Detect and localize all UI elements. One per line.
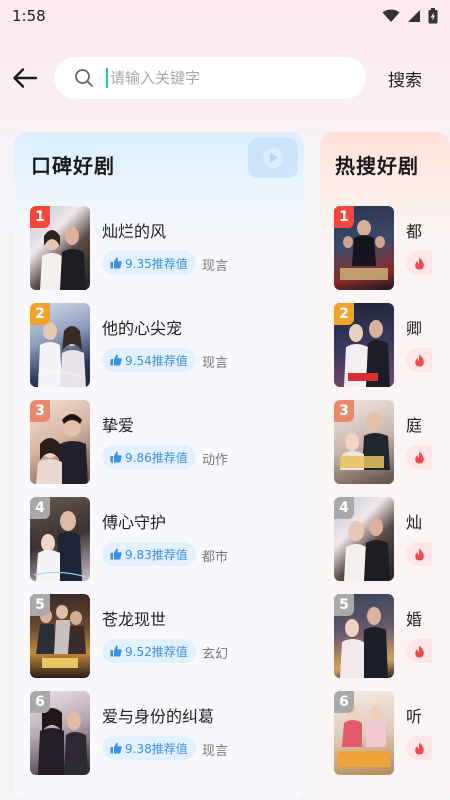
thumbs-up-icon — [110, 354, 122, 366]
score-value: 9.54推荐值 — [125, 353, 188, 368]
wifi-icon — [382, 9, 400, 22]
drama-title: 傅心守护 — [102, 513, 167, 532]
panel-title: 口碑好剧 — [31, 154, 115, 178]
rank-badge: 3 — [334, 400, 354, 422]
thumbs-up-icon — [110, 257, 122, 269]
list-item[interactable]: 1 都 — [334, 206, 450, 292]
drama-title: 苍龙现世 — [102, 610, 167, 629]
thumbs-up-icon — [110, 742, 122, 754]
list-item[interactable]: 2 卿 — [334, 303, 450, 389]
score-badge: 9.35推荐值 — [102, 251, 196, 275]
score-value: 9.86推荐值 — [125, 450, 188, 465]
thumbs-up-icon — [110, 548, 122, 560]
list-item[interactable]: 2 他的心尖宠 9.54推荐值 现言 — [30, 303, 300, 389]
list-item[interactable]: 5 婚 — [334, 594, 450, 680]
genre-tag: 现言 — [202, 356, 229, 371]
genre-tag: 玄幻 — [202, 647, 229, 662]
panel-title: 热搜好剧 — [335, 154, 419, 178]
list-item[interactable]: 3 挚爱 9.86推荐值 动作 — [30, 400, 300, 486]
back-button[interactable] — [10, 64, 40, 92]
genre-tag: 现言 — [202, 259, 229, 274]
score-value: 9.83推荐值 — [125, 547, 188, 562]
hot-badge — [406, 736, 432, 760]
score-value: 9.52推荐值 — [125, 644, 188, 659]
fire-icon — [414, 742, 424, 754]
list-item[interactable]: 6 听 — [334, 691, 450, 777]
drama-title: 灿 — [406, 513, 423, 532]
score-badge: 9.38推荐值 — [102, 736, 196, 760]
list-item[interactable]: 4 傅心守护 9.83推荐值 都市 — [30, 497, 300, 583]
drama-title: 婚 — [406, 610, 423, 629]
drama-title: 卿 — [406, 319, 423, 338]
score-value: 9.38推荐值 — [125, 741, 188, 756]
score-badge: 9.52推荐值 — [102, 639, 196, 663]
list-item[interactable]: 6 爱与身份的纠葛 9.38推荐值 现言 — [30, 691, 300, 777]
rank-badge: 3 — [30, 400, 50, 422]
top-bar: 搜索 — [0, 56, 450, 100]
drama-title: 灿烂的风 — [102, 222, 167, 241]
rank-badge: 2 — [30, 303, 50, 325]
fire-icon — [414, 645, 424, 657]
rank-badge: 2 — [334, 303, 354, 325]
search-input[interactable] — [106, 68, 336, 88]
search-box[interactable] — [54, 57, 366, 99]
hot-badge — [406, 639, 432, 663]
rank-badge: 5 — [334, 594, 354, 616]
drama-title: 挚爱 — [102, 416, 135, 435]
rank-badge: 1 — [30, 206, 50, 228]
status-bar: 1:58 — [0, 0, 450, 32]
fire-icon — [414, 451, 424, 463]
thumbs-up-icon — [110, 645, 122, 657]
battery-icon — [428, 8, 438, 24]
score-badge: 9.83推荐值 — [102, 542, 196, 566]
drama-title: 庭 — [406, 416, 423, 435]
ranking-panel-hot-search: 热搜好剧 1 都 2 卿 3 庭 4 灿 5 婚 6 听 — [320, 132, 450, 800]
list-item[interactable]: 3 庭 — [334, 400, 450, 486]
status-time: 1:58 — [12, 7, 46, 25]
genre-tag: 都市 — [202, 550, 229, 565]
rank-badge: 6 — [30, 691, 50, 713]
drama-title: 他的心尖宠 — [102, 319, 183, 338]
hot-badge — [406, 251, 432, 275]
score-value: 9.35推荐值 — [125, 256, 188, 271]
search-icon — [75, 69, 93, 87]
thumbs-up-icon — [110, 451, 122, 463]
list-item[interactable]: 4 灿 — [334, 497, 450, 583]
rank-badge: 4 — [334, 497, 354, 519]
score-badge: 9.86推荐值 — [102, 445, 196, 469]
list-item[interactable]: 5 苍龙现世 9.52推荐值 玄幻 — [30, 594, 300, 680]
search-button[interactable]: 搜索 — [388, 66, 422, 91]
hot-badge — [406, 348, 432, 372]
drama-title: 听 — [406, 707, 423, 726]
score-badge: 9.54推荐值 — [102, 348, 196, 372]
signal-icon — [408, 10, 420, 22]
rank-badge: 4 — [30, 497, 50, 519]
ranking-panel-reputation: 口碑好剧 1 灿烂的风 9.35推荐值 现言 2 他的心尖宠 9.54推荐值 现… — [14, 132, 304, 800]
drama-title: 爱与身份的纠葛 — [102, 707, 215, 726]
video-play-icon — [248, 138, 298, 178]
fire-icon — [414, 354, 424, 366]
drama-title: 都 — [406, 222, 423, 241]
fire-icon — [414, 257, 424, 269]
list-item[interactable]: 1 灿烂的风 9.35推荐值 现言 — [30, 206, 300, 292]
genre-tag: 现言 — [202, 744, 229, 759]
back-arrow-icon — [13, 68, 38, 88]
hot-badge — [406, 542, 432, 566]
fire-icon — [414, 548, 424, 560]
rank-badge: 1 — [334, 206, 354, 228]
hot-badge — [406, 445, 432, 469]
rank-badge: 5 — [30, 594, 50, 616]
rank-badge: 6 — [334, 691, 354, 713]
genre-tag: 动作 — [202, 453, 229, 468]
status-icons — [382, 8, 438, 24]
